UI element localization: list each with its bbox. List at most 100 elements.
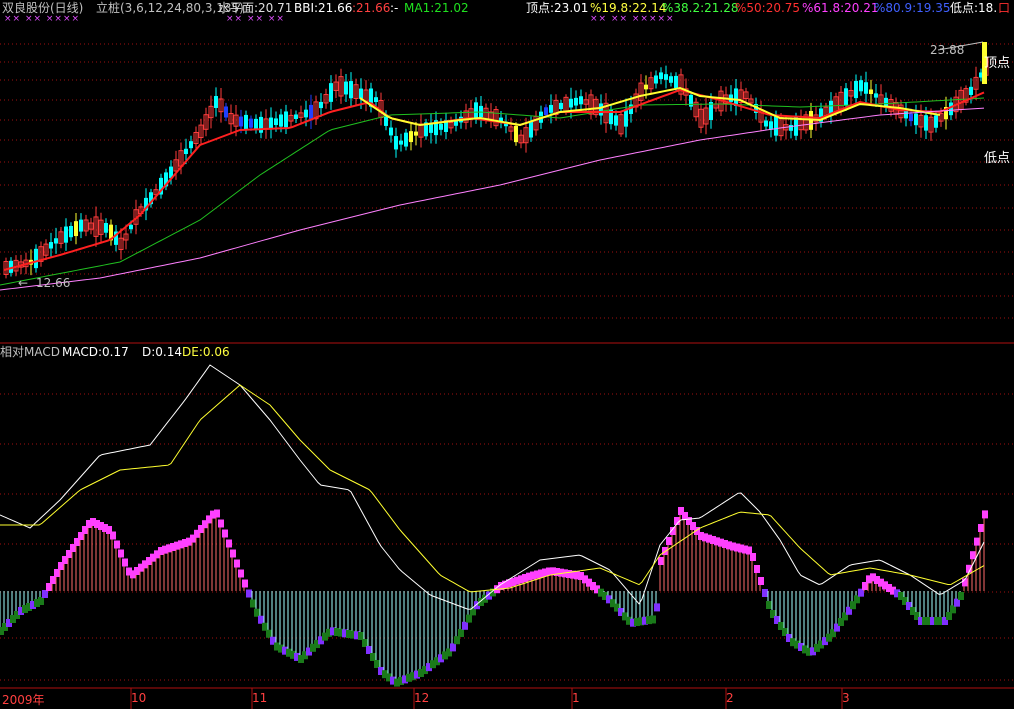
signal-marks-mid: ×× ×× ×× xyxy=(226,14,285,24)
macd-title: 相对MACD xyxy=(0,345,60,359)
macd-block xyxy=(122,558,128,567)
macd-block xyxy=(362,639,368,647)
candle-body xyxy=(734,88,738,106)
macd-block xyxy=(462,621,468,630)
macd-block xyxy=(370,653,376,661)
macd-block xyxy=(262,622,268,631)
candle-body xyxy=(574,97,578,106)
dash-label: :- xyxy=(390,1,399,15)
macd-block xyxy=(114,540,120,549)
high-price-label: 23.88 xyxy=(930,43,965,57)
candle-body xyxy=(674,75,678,89)
macd-block xyxy=(466,614,472,623)
macd-block xyxy=(242,579,248,588)
candle-body xyxy=(54,238,58,244)
macd-block xyxy=(650,615,656,624)
top-point-label: 顶点:23.01 xyxy=(526,1,589,15)
candle-body xyxy=(859,80,863,92)
macd-block xyxy=(226,539,232,548)
candle-body xyxy=(854,80,858,99)
candle-body xyxy=(844,88,848,106)
candle-body xyxy=(429,124,433,133)
candle-body xyxy=(64,226,68,243)
candle-body xyxy=(969,86,973,95)
macd-block xyxy=(222,529,228,538)
bbi2-label: :21.66 xyxy=(352,1,391,15)
arrow-icon: ← xyxy=(18,276,29,290)
candle-body xyxy=(249,118,253,128)
ma-green-line xyxy=(0,97,985,286)
candle-body xyxy=(244,114,248,130)
candle-body xyxy=(514,125,518,143)
macd-block xyxy=(46,583,52,591)
macd-block xyxy=(230,549,236,558)
candle-body xyxy=(529,120,533,138)
macd-block xyxy=(234,559,240,568)
candle-body xyxy=(359,88,363,99)
macd-block xyxy=(266,629,272,638)
candle-body xyxy=(329,83,333,102)
candle-body xyxy=(184,148,188,155)
macd-block xyxy=(662,547,668,555)
macd-block xyxy=(454,636,460,645)
macd-block xyxy=(982,510,988,519)
box-icon[interactable]: 口 xyxy=(998,1,1010,15)
macd-block xyxy=(658,557,664,565)
candle-body xyxy=(549,104,553,113)
candle-body xyxy=(224,106,228,118)
candle-body xyxy=(49,242,53,249)
time-label-11: 11 xyxy=(252,691,268,705)
macd-block xyxy=(118,549,124,558)
candle-body xyxy=(864,82,868,94)
candle-body xyxy=(474,102,478,119)
macd-d-label: D:0.14 xyxy=(142,345,183,359)
candle-body xyxy=(659,72,663,80)
candle-body xyxy=(869,89,873,95)
candle-body xyxy=(294,114,298,119)
candle-body xyxy=(544,107,548,116)
candle-body xyxy=(239,116,243,127)
low-point-label: 低点:18. xyxy=(950,1,998,15)
candle-body xyxy=(579,96,583,105)
candle-body xyxy=(624,109,628,127)
candle-body xyxy=(389,127,393,136)
candle-body xyxy=(614,115,618,126)
candle-body xyxy=(914,113,918,126)
fib-80-label: %80.9:19.35 xyxy=(874,1,951,15)
candle-body xyxy=(404,132,408,147)
candle-body xyxy=(79,219,83,232)
chart-window: 双良股份(日线) 立桩(3,6,12,24,80,3,135) 水平面:20.7… xyxy=(0,0,1014,709)
macd-block xyxy=(258,615,264,624)
fib-19-label: %19.8:22.14 xyxy=(590,1,667,15)
time-label-10: 10 xyxy=(131,691,147,705)
macd-block xyxy=(42,590,48,598)
macd-block xyxy=(754,565,760,573)
macd-block xyxy=(750,553,756,561)
candle-body xyxy=(259,116,263,133)
fib-50-label: %50:20.75 xyxy=(735,1,801,15)
candle-body xyxy=(764,120,768,127)
candle-body xyxy=(599,103,603,116)
candle-body xyxy=(924,115,928,131)
macd-block xyxy=(218,519,224,528)
low-point-marker: 低点 xyxy=(984,151,1011,166)
candle-body xyxy=(279,114,283,127)
low-price-label: 12.66 xyxy=(36,276,71,290)
macd-block xyxy=(758,577,764,585)
candle-body xyxy=(569,98,573,108)
macd-value-label: MACD:0.17 xyxy=(62,345,129,359)
candle-body xyxy=(34,248,38,269)
candle-body xyxy=(909,113,913,122)
macd-block xyxy=(970,551,976,560)
candle-body xyxy=(559,102,563,110)
candle-body xyxy=(274,118,278,126)
signal-marks-right: ×× ×× ××××× xyxy=(590,14,675,24)
macd-block xyxy=(458,629,464,637)
macd-block xyxy=(762,589,768,597)
macd-block xyxy=(366,646,372,654)
time-label-1: 1 xyxy=(572,691,580,705)
candle-body xyxy=(664,74,668,80)
candle-body xyxy=(414,131,418,136)
candle-body xyxy=(69,225,73,238)
candle-body xyxy=(394,136,398,150)
